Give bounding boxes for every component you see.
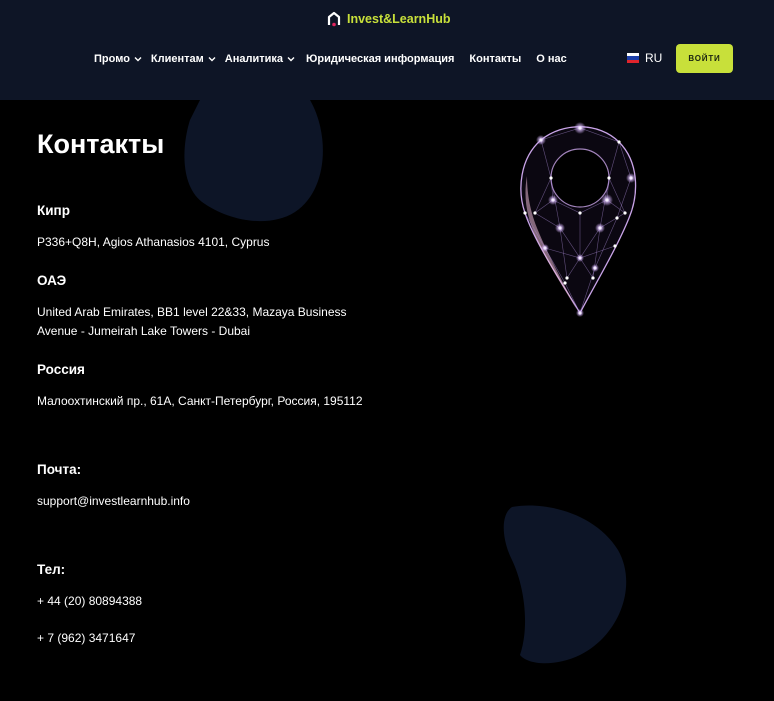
office-address-uae-line2: Avenue - Jumeirah Lake Towers - Dubai: [37, 324, 250, 338]
nav-item-contacts[interactable]: Контакты: [469, 53, 521, 65]
office-address-uae-line1: United Arab Emirates, BB1 level 22&33, M…: [37, 305, 347, 319]
nav-item-label: Юридическая информация: [306, 53, 455, 65]
phone-label: Тел:: [37, 562, 66, 577]
office-country-cyprus: Кипр: [37, 203, 70, 218]
chevron-down-icon: [134, 57, 142, 62]
office-address-russia: Малоохтинский пр., 61А, Санкт-Петербург,…: [37, 394, 363, 408]
nav-item-label: Контакты: [469, 53, 522, 65]
language-switcher[interactable]: RU: [627, 51, 662, 65]
phone-link[interactable]: + 44 (20) 80894388: [37, 592, 142, 611]
login-button[interactable]: ВОЙТИ: [676, 44, 733, 73]
language-code: RU: [645, 51, 663, 65]
chevron-down-icon: [287, 57, 295, 62]
phone-link[interactable]: + 7 (962) 3471647: [37, 629, 135, 648]
chevron-down-icon: [208, 57, 216, 62]
nav-item-promo[interactable]: Промо: [94, 53, 142, 65]
nav-item-about[interactable]: О нас: [536, 53, 567, 65]
email-link[interactable]: support@investlearnhub.info: [37, 492, 190, 511]
russian-flag-icon: [627, 53, 639, 63]
nav-item-analytics[interactable]: Аналитика: [225, 53, 295, 65]
nav-item-legal[interactable]: Юридическая информация: [306, 53, 454, 65]
logo[interactable]: Invest&LearnHub: [327, 11, 451, 27]
logo-icon: [327, 11, 341, 27]
site-header: Invest&LearnHub Промо Клиентам Аналитика…: [0, 0, 774, 100]
office-country-russia: Россия: [37, 362, 85, 377]
main-nav: Промо Клиентам Аналитика Юридическая инф…: [94, 51, 567, 67]
office-country-uae: ОАЭ: [37, 273, 67, 288]
nav-item-label: Промо: [94, 53, 130, 65]
logo-text: Invest&LearnHub: [347, 12, 451, 26]
nav-item-label: О нас: [536, 53, 567, 65]
map-pin-icon: [520, 122, 637, 317]
page-title: Контакты: [37, 129, 165, 159]
nav-item-clients[interactable]: Клиентам: [151, 53, 216, 65]
office-address-cyprus: P336+Q8H, Agios Athanasios 4101, Cyprus: [37, 235, 270, 249]
background-blob: [503, 505, 627, 664]
background-blob: [184, 100, 323, 222]
nav-item-label: Аналитика: [224, 53, 284, 65]
nav-item-label: Клиентам: [150, 53, 204, 65]
email-label: Почта:: [37, 462, 82, 477]
